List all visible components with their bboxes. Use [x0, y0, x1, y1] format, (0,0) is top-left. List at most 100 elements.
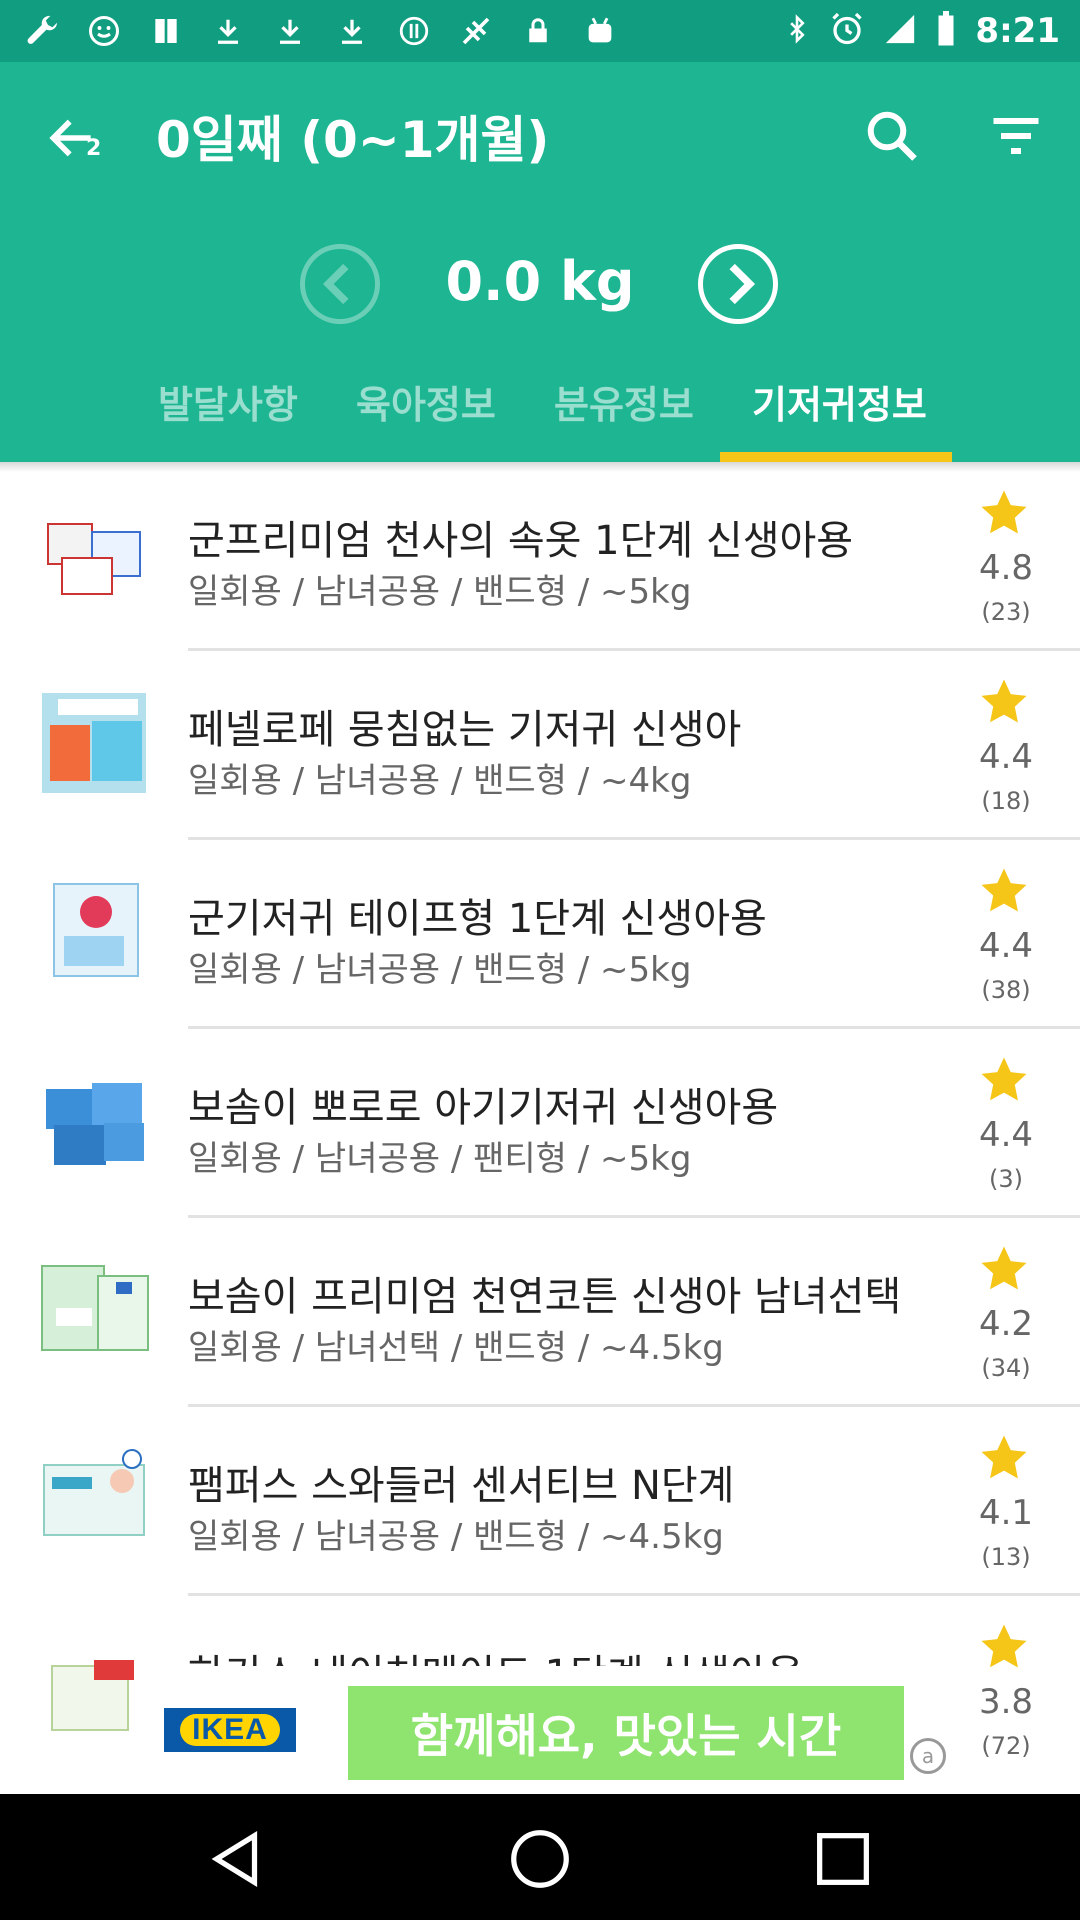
- header-shadow: [0, 462, 1080, 472]
- android-icon: [580, 11, 620, 51]
- sort-icon: [993, 118, 1039, 154]
- download-icon: [208, 11, 248, 51]
- ad-slogan: 함께해요, 맛있는 시간: [348, 1686, 904, 1780]
- system-nav-bar: [0, 1794, 1080, 1920]
- status-bar: 8:21: [0, 0, 1080, 62]
- item-title: 군프리미엄 천사의 속옷 1단계 신생아용: [188, 518, 854, 564]
- tab-indicator: [720, 452, 952, 462]
- review-count: (72): [981, 1732, 1031, 1760]
- ad-choices-icon[interactable]: a: [910, 1738, 946, 1774]
- tab-diaper-info[interactable]: 기저귀정보: [752, 374, 927, 429]
- rating-value: 3.8: [978, 1682, 1034, 1722]
- divider: [188, 1404, 1080, 1407]
- tab-parenting-info[interactable]: 육아정보: [356, 374, 496, 429]
- alarm-icon: [829, 11, 865, 51]
- review-count: (18): [981, 787, 1031, 815]
- item-title: 보솜이 프리미엄 천연코튼 신생아 남녀선택: [188, 1274, 902, 1320]
- review-count: (23): [981, 598, 1031, 626]
- star-icon: [981, 1246, 1027, 1290]
- list-item[interactable]: 군프리미엄 천사의 속옷 1단계 신생아용 일회용 / 남녀공용 / 밴드형 /…: [0, 472, 1080, 661]
- list-item[interactable]: 군기저귀 테이프형 1단계 신생아용 일회용 / 남녀공용 / 밴드형 / ~5…: [0, 850, 1080, 1039]
- product-thumbnail: [47, 523, 141, 595]
- star-icon: [981, 868, 1027, 912]
- rating-value: 4.8: [978, 548, 1034, 588]
- page-title: 0일째 (0~1개월): [156, 111, 550, 169]
- product-thumbnail: [42, 693, 146, 793]
- tab-bar: 발달사항 육아정보 분유정보 기저귀정보: [0, 362, 1080, 462]
- chevron-left-icon: [322, 263, 349, 305]
- rating-value: 4.4: [978, 737, 1034, 777]
- nav-home-button[interactable]: [505, 1824, 575, 1894]
- review-count: (3): [989, 1165, 1023, 1193]
- star-icon: [981, 679, 1027, 723]
- chevron-right-icon: [729, 263, 756, 305]
- list-item[interactable]: 보솜이 프리미엄 천연코튼 신생아 남녀선택 일회용 / 남녀선택 / 밴드형 …: [0, 1228, 1080, 1417]
- weight-row: 0.0 kg: [0, 232, 1080, 332]
- star-icon: [981, 1624, 1027, 1668]
- book-icon: [146, 11, 186, 51]
- next-day-button[interactable]: [698, 244, 778, 324]
- product-thumbnail: [51, 1660, 134, 1731]
- list-item[interactable]: 페넬로페 뭉침없는 기저귀 신생아 일회용 / 남녀공용 / 밴드형 / ~4k…: [0, 661, 1080, 850]
- item-title: 팸퍼스 스와들러 센서티브 N단계: [188, 1463, 735, 1509]
- product-thumbnail: [43, 1449, 145, 1536]
- ad-banner[interactable]: IKEA 함께해요, 맛있는 시간 a: [150, 1666, 950, 1784]
- square-recents-icon: [817, 1833, 869, 1885]
- star-icon: [981, 490, 1027, 534]
- back-badge: 2: [86, 136, 102, 161]
- divider: [188, 1215, 1080, 1218]
- prev-day-button[interactable]: [300, 244, 380, 324]
- product-thumbnail: [53, 883, 139, 977]
- list-item[interactable]: 보솜이 뽀로로 아기기저귀 신생아용 일회용 / 남녀공용 / 팬티형 / ~5…: [0, 1039, 1080, 1228]
- battery-icon: [935, 11, 957, 51]
- rating-value: 4.2: [978, 1304, 1034, 1344]
- item-subtitle: 일회용 / 남녀공용 / 밴드형 / ~4.5kg: [188, 1517, 724, 1557]
- divider: [188, 1026, 1080, 1029]
- back-button[interactable]: 2: [44, 102, 114, 182]
- rating-value: 4.4: [978, 926, 1034, 966]
- star-icon: [981, 1435, 1027, 1479]
- item-subtitle: 일회용 / 남녀공용 / 밴드형 / ~5kg: [188, 950, 692, 990]
- item-subtitle: 일회용 / 남녀공용 / 밴드형 / ~5kg: [188, 572, 692, 612]
- search-icon: [867, 111, 917, 161]
- tab-formula-info[interactable]: 분유정보: [554, 374, 694, 429]
- bluetooth-icon: [783, 11, 811, 51]
- circle-home-icon: [511, 1830, 569, 1888]
- filter-button[interactable]: [986, 106, 1046, 166]
- ad-brand-text: IKEA: [180, 1714, 280, 1746]
- status-time: 8:21: [975, 11, 1060, 51]
- rating-value: 4.1: [978, 1493, 1034, 1533]
- ad-brand-logo: IKEA: [164, 1708, 296, 1752]
- triangle-back-icon: [211, 1830, 258, 1888]
- divider: [188, 1593, 1080, 1596]
- wrench-icon: [22, 11, 62, 51]
- status-left-icons: [22, 8, 620, 54]
- divider: [188, 837, 1080, 840]
- list-item[interactable]: 팸퍼스 스와들러 센서티브 N단계 일회용 / 남녀공용 / 밴드형 / ~4.…: [0, 1417, 1080, 1606]
- item-title: 페넬로페 뭉침없는 기저귀 신생아: [188, 707, 742, 753]
- item-subtitle: 일회용 / 남녀공용 / 밴드형 / ~4kg: [188, 761, 692, 801]
- lock-icon: [518, 11, 558, 51]
- item-subtitle: 일회용 / 남녀선택 / 밴드형 / ~4.5kg: [188, 1328, 724, 1368]
- weight-value: 0.0 kg: [445, 250, 635, 313]
- divider: [188, 648, 1080, 651]
- status-right: 8:21: [783, 8, 1060, 54]
- search-button[interactable]: [862, 106, 922, 166]
- satellite-icon: [456, 11, 496, 51]
- nav-back-button[interactable]: [202, 1824, 272, 1894]
- item-title: 군기저귀 테이프형 1단계 신생아용: [188, 896, 767, 942]
- product-thumbnail: [41, 1265, 149, 1351]
- item-subtitle: 일회용 / 남녀공용 / 팬티형 / ~5kg: [188, 1139, 692, 1179]
- nav-recents-button[interactable]: [808, 1824, 878, 1894]
- review-count: (13): [981, 1543, 1031, 1571]
- download-icon: [270, 11, 310, 51]
- review-count: (38): [981, 976, 1031, 1004]
- signal-icon: [883, 12, 917, 50]
- rating-value: 4.4: [978, 1115, 1034, 1155]
- product-thumbnail: [46, 1083, 144, 1165]
- item-title: 보솜이 뽀로로 아기기저귀 신생아용: [188, 1085, 779, 1131]
- download-icon: [332, 11, 372, 51]
- star-icon: [981, 1057, 1027, 1101]
- circle-icon: [394, 11, 434, 51]
- tab-development[interactable]: 발달사항: [158, 374, 298, 429]
